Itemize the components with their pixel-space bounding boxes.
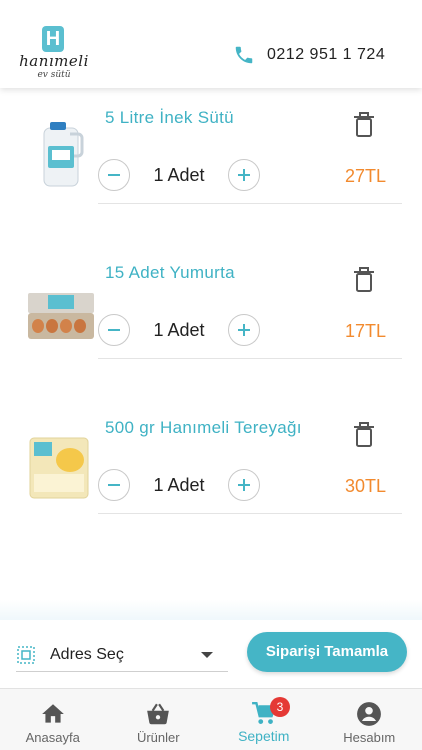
checkout-bar: Adres Seç Siparişi Tamamla (0, 620, 422, 688)
minus-icon (108, 484, 120, 486)
phone-contact[interactable]: 0212 951 1 724 (233, 42, 385, 68)
quantity-value: 1 Adet (153, 474, 205, 495)
product-name[interactable]: 15 Adet Yumurta (105, 263, 235, 283)
footer-shadow (0, 600, 422, 622)
milk-jug-image (43, 122, 84, 187)
minus-icon (108, 329, 120, 331)
logo-subtitle: ev sütü (37, 70, 71, 80)
product-name[interactable]: 5 Litre İnek Sütü (105, 108, 234, 128)
home-icon (41, 704, 64, 723)
increase-quantity-button[interactable] (228, 159, 260, 191)
trash-icon[interactable] (352, 422, 376, 448)
item-price: 27TL (344, 166, 386, 186)
tab-home[interactable]: Anasayfa (0, 689, 106, 750)
app-header: H hanımeli ev sütü 0212 951 1 724 (0, 0, 422, 88)
decrease-quantity-button[interactable] (98, 314, 130, 346)
tab-products[interactable]: Ürünler (106, 689, 212, 750)
product-name[interactable]: 500 gr Hanımeli Tereyağı (105, 418, 302, 438)
tab-account[interactable]: Hesabım (317, 689, 422, 750)
item-divider (98, 358, 402, 359)
tab-home-label: Anasayfa (25, 730, 80, 745)
decrease-quantity-button[interactable] (98, 159, 130, 191)
item-divider (98, 203, 402, 204)
item-price: 17TL (344, 321, 386, 341)
address-select[interactable]: Adres Seç (16, 638, 228, 672)
phone-number: 0212 951 1 724 (267, 46, 386, 63)
tab-account-label: Hesabım (343, 730, 396, 745)
item-divider (98, 513, 402, 514)
logo-brand-text: hanımeli (19, 52, 89, 70)
tab-cart[interactable]: 3 Sepetim (211, 689, 317, 750)
quantity-stepper: 1 Adet (98, 468, 260, 502)
chevron-down-icon (201, 651, 213, 658)
cart-item: 5 Litre İnek Sütü 1 Adet 27TL (0, 108, 422, 248)
address-label: Adres Seç (50, 645, 124, 663)
minus-icon (108, 174, 120, 176)
phone-icon (235, 46, 253, 64)
quantity-stepper: 1 Adet (98, 313, 260, 347)
decrease-quantity-button[interactable] (98, 469, 130, 501)
account-icon (357, 702, 382, 726)
location-select-icon (17, 645, 35, 664)
quantity-value: 1 Adet (153, 319, 205, 340)
bottom-tab-bar: Anasayfa Ürünler 3 Sepetim Hesabım (0, 688, 422, 750)
plus-icon (238, 169, 250, 181)
trash-icon[interactable] (352, 112, 376, 138)
trash-icon[interactable] (352, 267, 376, 293)
plus-icon (238, 324, 250, 336)
quantity-stepper: 1 Adet (98, 158, 260, 192)
egg-carton-image (28, 293, 94, 339)
increase-quantity-button[interactable] (228, 314, 260, 346)
basket-icon (147, 703, 170, 725)
tab-products-label: Ürünler (136, 730, 180, 745)
brand-logo[interactable]: H hanımeli ev sütü (18, 26, 90, 86)
tab-cart-label: Sepetim (238, 728, 290, 744)
item-price: 30TL (344, 476, 386, 496)
plus-icon (238, 479, 250, 491)
logo-mark: H (42, 26, 64, 52)
quantity-value: 1 Adet (153, 164, 205, 185)
complete-order-button[interactable]: Siparişi Tamamla (247, 632, 407, 672)
cart-count-badge: 3 (270, 697, 290, 717)
cart-item: 500 gr Hanımeli Tereyağı 1 Adet 30TL (0, 418, 422, 558)
increase-quantity-button[interactable] (228, 469, 260, 501)
butter-package-image (29, 437, 89, 499)
cart-item: 15 Adet Yumurta 1 Adet 17TL (0, 263, 422, 403)
